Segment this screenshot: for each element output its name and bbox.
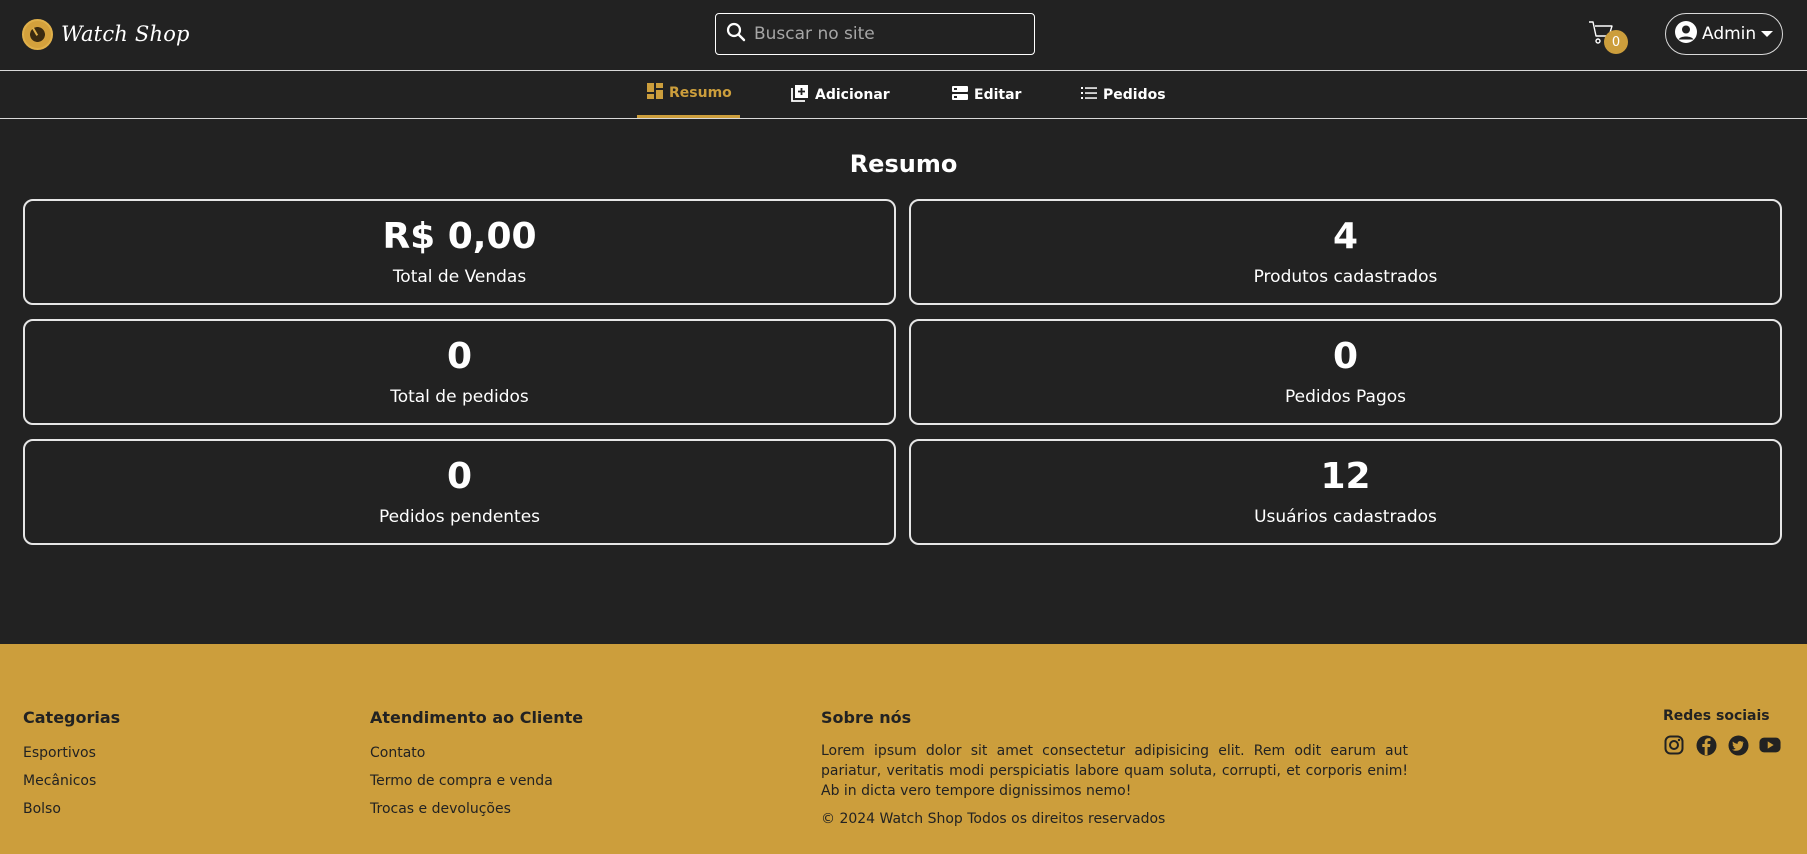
tab-label: Adicionar bbox=[815, 86, 890, 103]
cart-button[interactable]: 0 bbox=[1588, 20, 1628, 54]
chevron-down-icon bbox=[1760, 24, 1774, 44]
stat-label: Pedidos Pagos bbox=[1284, 387, 1407, 407]
footer-link-trocas[interactable]: Trocas e devoluções bbox=[370, 801, 583, 817]
stat-card-total-pedidos: 0 Total de pedidos bbox=[23, 319, 896, 425]
instagram-icon[interactable] bbox=[1663, 734, 1685, 756]
stat-label: Total de Vendas bbox=[392, 267, 527, 287]
tab-label: Editar bbox=[974, 86, 1022, 103]
cart-count-badge: 0 bbox=[1604, 30, 1628, 54]
stat-value: 12 bbox=[1320, 456, 1371, 497]
stat-label: Total de pedidos bbox=[390, 387, 529, 407]
tab-label: Pedidos bbox=[1103, 86, 1166, 103]
stat-card-produtos: 4 Produtos cadastrados bbox=[909, 199, 1782, 305]
stat-value: 0 bbox=[446, 336, 473, 377]
footer-link-termo[interactable]: Termo de compra e venda bbox=[370, 773, 583, 789]
tab-label: Resumo bbox=[669, 85, 732, 101]
user-avatar-icon bbox=[1674, 20, 1698, 49]
stat-label: Produtos cadastrados bbox=[1253, 267, 1438, 287]
site-footer: Categorias Esportivos Mecânicos Bolso At… bbox=[0, 644, 1807, 854]
stat-value: 0 bbox=[1332, 336, 1359, 377]
footer-link-bolso[interactable]: Bolso bbox=[23, 801, 120, 817]
user-menu-button[interactable]: Admin bbox=[1665, 13, 1783, 55]
footer-link-contato[interactable]: Contato bbox=[370, 745, 583, 761]
watch-logo-icon bbox=[22, 18, 53, 50]
top-header: Watch Shop 0 Admin bbox=[0, 0, 1807, 71]
footer-social-title: Redes sociais bbox=[1663, 708, 1770, 724]
stat-value: R$ 0,00 bbox=[382, 216, 537, 257]
footer-about-title: Sobre nós bbox=[821, 708, 912, 727]
footer-categories-title: Categorias bbox=[23, 708, 121, 727]
stat-card-pedidos-pagos: 0 Pedidos Pagos bbox=[909, 319, 1782, 425]
footer-copyright: © 2024 Watch Shop Todos os direitos rese… bbox=[821, 811, 1166, 827]
stat-card-total-vendas: R$ 0,00 Total de Vendas bbox=[23, 199, 896, 305]
stat-value: 4 bbox=[1332, 216, 1359, 257]
list-icon bbox=[1081, 86, 1097, 104]
admin-tabs: Resumo Adicionar Editar Pedidos bbox=[0, 71, 1807, 119]
footer-about-text: Lorem ipsum dolor sit amet consectetur a… bbox=[821, 743, 1408, 799]
user-name: Admin bbox=[1702, 24, 1757, 44]
tab-editar[interactable]: Editar bbox=[952, 71, 1021, 118]
tab-resumo[interactable]: Resumo bbox=[637, 71, 740, 118]
tab-pedidos[interactable]: Pedidos bbox=[1081, 71, 1166, 118]
search-input[interactable] bbox=[754, 24, 1014, 44]
page-title: Resumo bbox=[849, 150, 958, 178]
facebook-icon[interactable] bbox=[1695, 734, 1717, 756]
stat-card-pedidos-pendentes: 0 Pedidos pendentes bbox=[23, 439, 896, 545]
search-icon bbox=[726, 22, 746, 46]
twitter-icon[interactable] bbox=[1727, 734, 1749, 756]
stat-value: 0 bbox=[446, 456, 473, 497]
footer-support-title: Atendimento ao Cliente bbox=[370, 708, 584, 727]
footer-categories: Categorias Esportivos Mecânicos Bolso bbox=[23, 708, 120, 817]
social-icons-row bbox=[1663, 734, 1781, 756]
logo-text: Watch Shop bbox=[61, 22, 190, 46]
stat-card-usuarios: 12 Usuários cadastrados bbox=[909, 439, 1782, 545]
youtube-icon[interactable] bbox=[1759, 734, 1781, 756]
footer-link-esportivos[interactable]: Esportivos bbox=[23, 745, 120, 761]
dashboard-icon bbox=[647, 83, 663, 103]
site-logo[interactable]: Watch Shop bbox=[22, 18, 190, 50]
search-box[interactable] bbox=[715, 13, 1035, 55]
add-library-icon bbox=[791, 84, 809, 106]
stat-label: Pedidos pendentes bbox=[378, 507, 541, 527]
tab-adicionar[interactable]: Adicionar bbox=[791, 71, 890, 118]
footer-link-mecanicos[interactable]: Mecânicos bbox=[23, 773, 120, 789]
stat-label: Usuários cadastrados bbox=[1254, 507, 1437, 527]
footer-support: Atendimento ao Cliente Contato Termo de … bbox=[370, 708, 583, 817]
footer-about: Sobre nós Lorem ipsum dolor sit amet con… bbox=[821, 708, 1408, 827]
footer-social: Redes sociais bbox=[1663, 708, 1781, 756]
edit-panel-icon bbox=[952, 85, 968, 105]
